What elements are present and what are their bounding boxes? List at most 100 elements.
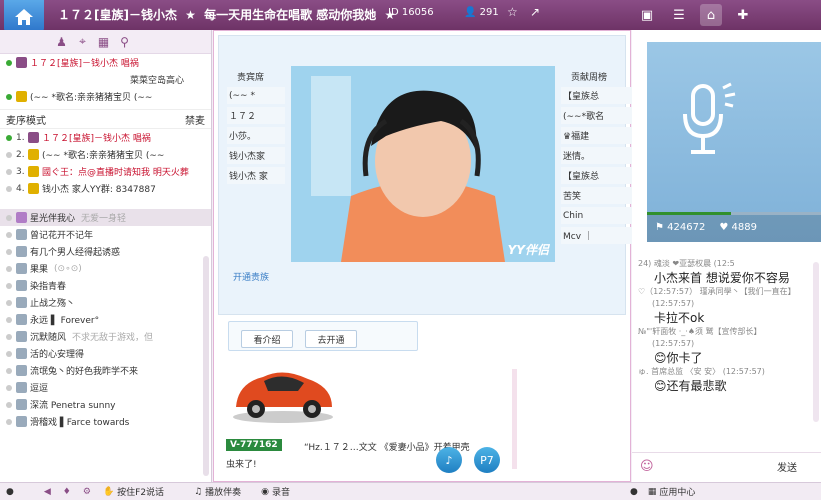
send-button[interactable]: 发送: [777, 459, 797, 474]
chat-message: 😊还有最悲歌: [654, 379, 727, 393]
vip-title: 贵宾席: [237, 73, 265, 83]
play-accompaniment-button[interactable]: ♫ 播放伴奏: [194, 485, 241, 499]
push-to-talk-button[interactable]: ✋ 按住F2说话: [103, 485, 164, 499]
member-item[interactable]: 果果 (⊙∘⊙): [0, 260, 211, 277]
member-item[interactable]: 深流 Penetra sunny: [0, 396, 211, 413]
member-list-scrollbar[interactable]: [203, 256, 209, 476]
member-item[interactable]: 止战之殇丶: [0, 294, 211, 311]
video-area: 贵宾席 (∼∼ * １７２ 小莎。 钱小杰家 钱小杰 家 YY伴侣 贡献周榜 【…: [218, 35, 633, 315]
status-dot: [6, 316, 12, 323]
online-count: 👤 291: [464, 7, 499, 18]
vip-seat[interactable]: 钱小杰 家: [227, 167, 285, 184]
user-icon: [16, 314, 27, 325]
status-dot: [6, 367, 12, 374]
room-slogan: 每一天用生命在唱歌 感动你我她: [204, 8, 377, 22]
status-dot: [6, 134, 12, 141]
member-item[interactable]: 滑稽戏 ▌Farce towards: [0, 413, 211, 430]
rank-item[interactable]: Chin: [561, 207, 633, 224]
emoji-icon: 😊: [654, 379, 667, 393]
gift-message-cont: 虫来了!: [226, 460, 257, 470]
list-icon[interactable]: ☰: [668, 4, 690, 26]
open-vip-link[interactable]: 开通贵族: [233, 270, 269, 283]
member-item[interactable]: 流氓兔丶的好色我昨学不来: [0, 362, 211, 379]
crown-icon: [16, 57, 27, 68]
status-dot: [6, 185, 12, 192]
bell-button[interactable]: ♪: [436, 447, 462, 473]
chat-input[interactable]: [654, 457, 777, 477]
rank-item[interactable]: 苦笑: [561, 187, 633, 204]
member-item[interactable]: 有几个男人经得起诱惑: [0, 243, 211, 260]
settings-icon[interactable]: ⚙: [83, 487, 91, 497]
promo-scrollbar[interactable]: [512, 369, 517, 469]
list-item[interactable]: 菜菜空岛高心: [0, 71, 211, 88]
home-button[interactable]: [4, 0, 44, 34]
gamepad-icon[interactable]: ✚: [732, 4, 754, 26]
room-title: １７２[皇族]－钱小杰 ★ 每一天用生命在唱歌 感动你我她 ★: [58, 6, 399, 23]
vip-seat[interactable]: (∼∼ *: [227, 87, 285, 104]
rank-item[interactable]: ♛福建: [561, 127, 633, 144]
mic-queue-item[interactable]: 2. (∼∼ *歌名:亲亲猪猪宝贝 (∼∼: [0, 146, 211, 163]
member-item[interactable]: 曾记花开不记年: [0, 226, 211, 243]
p7-button[interactable]: P7: [474, 447, 500, 473]
mic-mode-label[interactable]: 麦序模式: [6, 112, 46, 127]
rank-item[interactable]: 【皇族总: [561, 167, 633, 184]
mic-queue-item[interactable]: 1. １７２[皇族]－钱小杰 唱祸: [0, 129, 211, 146]
right-panel: ⚑ 424672 ♥ 4889 24) 魂淡 ❤亚瑟权晨 (12:5 小杰来首 …: [632, 30, 821, 482]
medal-icon: [28, 149, 39, 160]
mic-queue-item[interactable]: 4. 钱小杰 家人YY群: 8347887: [0, 180, 211, 197]
chat-meta: №"'轩面牧 ·_·♠须 鹫【宣传部长】: [638, 327, 762, 336]
vip-seat[interactable]: 小莎。: [227, 127, 285, 144]
member-item[interactable]: 永远 ▌ Forever°: [0, 311, 211, 328]
vip-seat[interactable]: １７２: [227, 107, 285, 124]
app-center-button[interactable]: ▦ 应用中心: [648, 485, 696, 499]
mic-icon[interactable]: ♦: [63, 487, 71, 497]
status-dot: [6, 168, 12, 175]
favorite-icon[interactable]: ☆: [507, 5, 518, 19]
mute-mic-button[interactable]: 禁麦: [185, 112, 205, 127]
speaker-icon[interactable]: ◀: [44, 487, 51, 497]
car-gift-image: [233, 372, 333, 423]
mic-queue-item[interactable]: 3. 國ぐ王：点@直播时请知我 明天火葬: [0, 163, 211, 180]
user-icon: [16, 246, 27, 257]
location-icon[interactable]: ⌖: [75, 34, 90, 49]
member-item[interactable]: 活的心安理得: [0, 345, 211, 362]
member-item[interactable]: 染指青春: [0, 277, 211, 294]
chat-scrollbar[interactable]: [813, 262, 819, 422]
member-item[interactable]: 星光伴我心 无爱一身轻: [0, 209, 211, 226]
bell-icon: ♪: [445, 453, 453, 467]
user-icon: [16, 365, 27, 376]
grid-icon[interactable]: ▦: [96, 34, 111, 49]
rank-item[interactable]: 迷情。: [561, 147, 633, 164]
people-icon[interactable]: ♟: [54, 34, 69, 49]
promo-tabs: 看介绍 去开通: [228, 321, 418, 351]
avatar[interactable]: ●: [630, 487, 638, 497]
avatar[interactable]: ●: [6, 487, 14, 497]
status-dot: [6, 248, 12, 255]
member-item[interactable]: 沉默随风 不求无敌于游戏，但: [0, 328, 211, 345]
vip-seat[interactable]: 钱小杰家: [227, 147, 285, 164]
profile-card-icon[interactable]: ▣: [636, 4, 658, 26]
record-button[interactable]: ◉ 录音: [261, 485, 290, 499]
vip-seats: 贵宾席 (∼∼ * １７２ 小莎。 钱小杰家 钱小杰 家: [227, 66, 285, 187]
live-video[interactable]: YY伴侣: [291, 66, 555, 262]
rank-item[interactable]: 【皇族总: [561, 87, 633, 104]
rank-item[interactable]: Mcv ｜: [561, 227, 633, 244]
emoji-icon: 😊: [654, 351, 667, 365]
chat-log: 24) 魂淡 ❤亚瑟权晨 (12:5 小杰来首 想说爱你不容易 ♡（12:57:…: [632, 258, 821, 450]
room-id: ID 16056: [388, 7, 434, 18]
home-nav-icon[interactable]: ⌂: [700, 4, 722, 26]
list-item[interactable]: (∼∼ *歌名:亲亲猪猪宝贝 (∼∼: [0, 88, 211, 105]
search-icon[interactable]: ⚲: [117, 34, 132, 49]
status-dot: [6, 214, 12, 221]
list-item[interactable]: １７２[皇族]－钱小杰 唱祸: [0, 54, 211, 71]
contribution-rank: 贡献周榜 【皇族总 (∼∼*歌名 ♛福建 迷情。 【皇族总 苦笑 Chin Mc…: [561, 66, 633, 247]
emoji-picker-icon[interactable]: ☺: [640, 459, 654, 474]
member-item[interactable]: 逗逗: [0, 379, 211, 396]
rank-item[interactable]: (∼∼*歌名: [561, 107, 633, 124]
view-intro-button[interactable]: 看介绍: [241, 330, 293, 348]
home-icon: [15, 9, 33, 25]
music-icon: ♫: [194, 486, 203, 497]
share-icon[interactable]: ↗: [530, 5, 540, 19]
go-open-button[interactable]: 去开通: [305, 330, 357, 348]
center-panel: 贵宾席 (∼∼ * １７２ 小莎。 钱小杰家 钱小杰 家 YY伴侣 贡献周榜 【…: [213, 30, 633, 482]
